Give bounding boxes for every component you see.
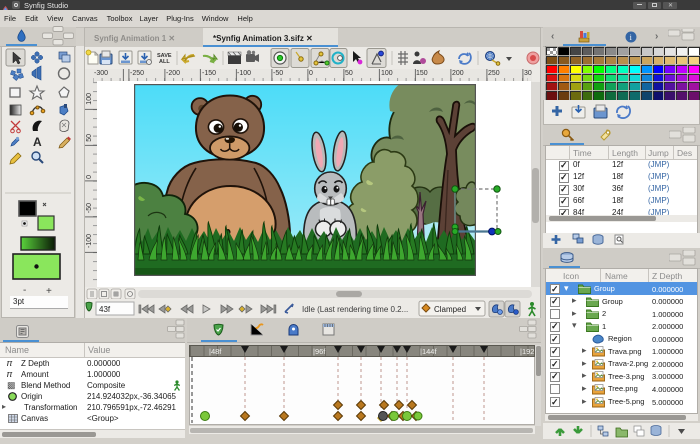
svg-text:A: A — [33, 135, 42, 149]
svg-text:Idle (Last rendering time 0.2.: Idle (Last rendering time 0.2... — [302, 305, 408, 314]
svg-text:-: - — [23, 285, 26, 296]
svg-text:Clamped: Clamped — [434, 305, 466, 314]
svg-text:43f: 43f — [99, 305, 111, 314]
svg-text:ALL: ALL — [159, 59, 170, 65]
